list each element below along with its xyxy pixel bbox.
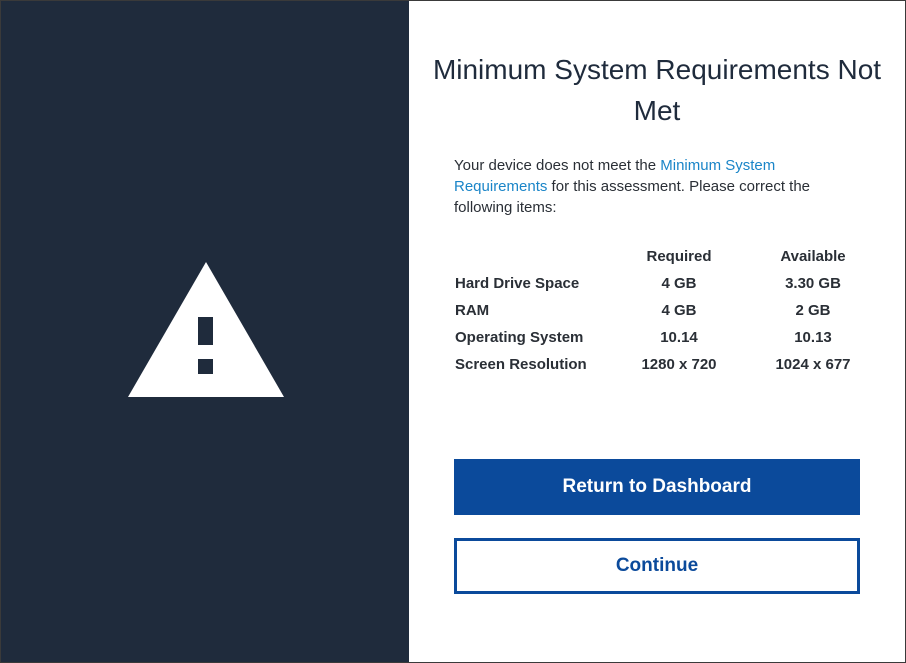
table-row: RAM 4 GB 2 GB (455, 302, 878, 329)
right-panel: Minimum System Requirements Not Met Your… (409, 1, 905, 662)
available-value: 10.13 (794, 329, 832, 346)
warning-triangle-icon (128, 262, 284, 397)
available-value: 3.30 GB (785, 275, 841, 292)
requirements-table: Required Available Hard Drive Space 4 GB… (455, 248, 878, 383)
continue-button[interactable]: Continue (454, 538, 860, 594)
available-value: 1024 x 677 (775, 356, 851, 373)
required-value: 1280 x 720 (641, 356, 717, 373)
column-header-available: Available (780, 248, 846, 265)
intro-prefix: Your device does not meet the (454, 157, 661, 174)
row-label: Screen Resolution (455, 356, 587, 373)
column-header-item (455, 248, 610, 275)
available-value: 2 GB (795, 302, 831, 319)
column-header-required: Required (646, 248, 712, 265)
required-value: 4 GB (661, 275, 697, 292)
return-to-dashboard-button[interactable]: Return to Dashboard (454, 459, 860, 515)
row-label: Hard Drive Space (455, 275, 580, 292)
required-value: 4 GB (661, 302, 697, 319)
requirements-dialog: Minimum System Requirements Not Met Your… (0, 0, 906, 663)
dialog-title: Minimum System Requirements Not Met (432, 54, 882, 126)
table-header-row: Required Available (455, 248, 878, 275)
row-label: RAM (455, 302, 490, 319)
required-value: 10.14 (660, 329, 698, 346)
row-label: Operating System (455, 329, 584, 346)
table-row: Operating System 10.14 10.13 (455, 329, 878, 356)
left-panel (1, 1, 409, 662)
table-row: Hard Drive Space 4 GB 3.30 GB (455, 275, 878, 302)
intro-text: Your device does not meet the Minimum Sy… (454, 155, 854, 218)
table-row: Screen Resolution 1280 x 720 1024 x 677 (455, 356, 878, 383)
